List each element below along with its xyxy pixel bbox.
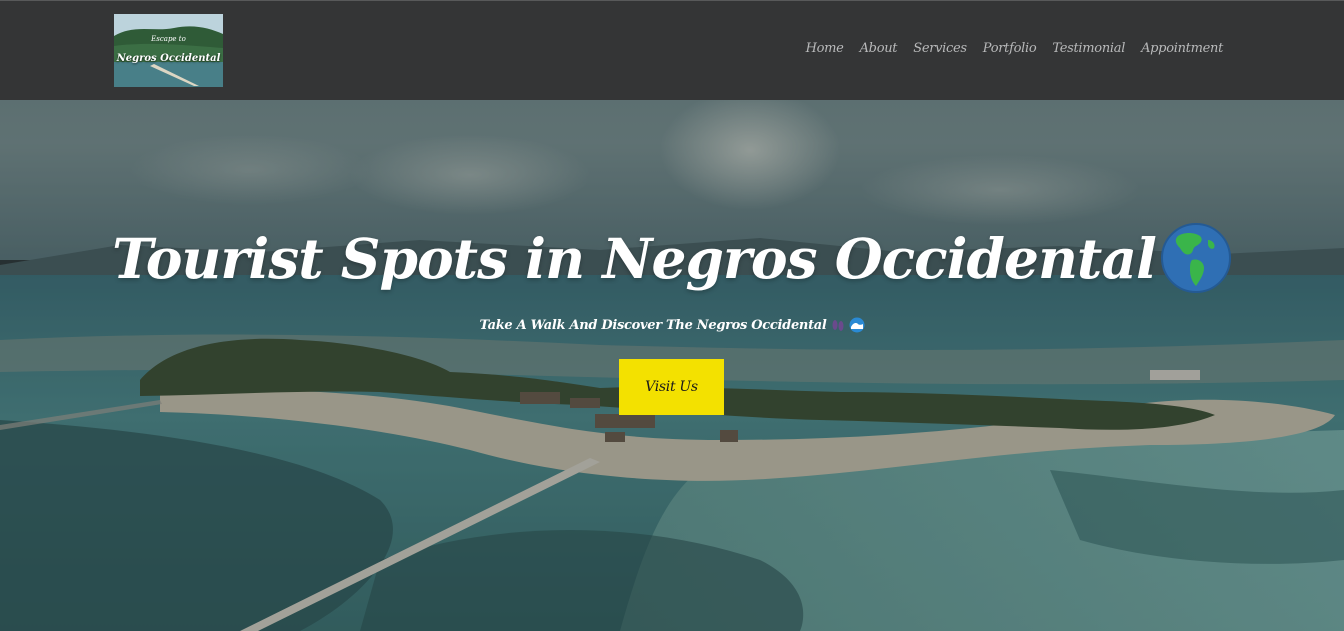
footprints-icon xyxy=(832,320,844,331)
hero-subtitle: Take A Walk And Discover The Negros Occi… xyxy=(479,317,827,333)
hero-title: Tourist Spots in Negros Occidental xyxy=(112,225,1157,291)
hero-subtitle-row: Take A Walk And Discover The Negros Occi… xyxy=(0,317,1344,333)
nav-link-testimonial[interactable]: Testimonial xyxy=(1052,41,1125,56)
site-logo[interactable]: Escape to Negros Occidental xyxy=(114,14,223,87)
nav-link-appointment[interactable]: Appointment xyxy=(1141,41,1223,56)
top-navbar: Escape to Negros Occidental Home About S… xyxy=(0,0,1344,100)
nav-link-services[interactable]: Services xyxy=(913,41,967,56)
wave-icon xyxy=(849,317,865,333)
nav-link-home[interactable]: Home xyxy=(806,41,844,56)
logo-caption-main: Negros Occidental xyxy=(116,53,221,64)
logo-caption-small: Escape to xyxy=(151,35,186,43)
logo-image xyxy=(114,14,223,87)
main-navigation: Home About Services Portfolio Testimonia… xyxy=(806,41,1224,56)
hero-title-row: Tourist Spots in Negros Occidental xyxy=(0,222,1344,294)
nav-link-portfolio[interactable]: Portfolio xyxy=(983,41,1037,56)
landing-page: Escape to Negros Occidental Home About S… xyxy=(0,0,1344,631)
visit-us-button[interactable]: Visit Us xyxy=(619,359,724,415)
globe-americas-icon xyxy=(1160,223,1231,293)
nav-link-about[interactable]: About xyxy=(860,41,898,56)
